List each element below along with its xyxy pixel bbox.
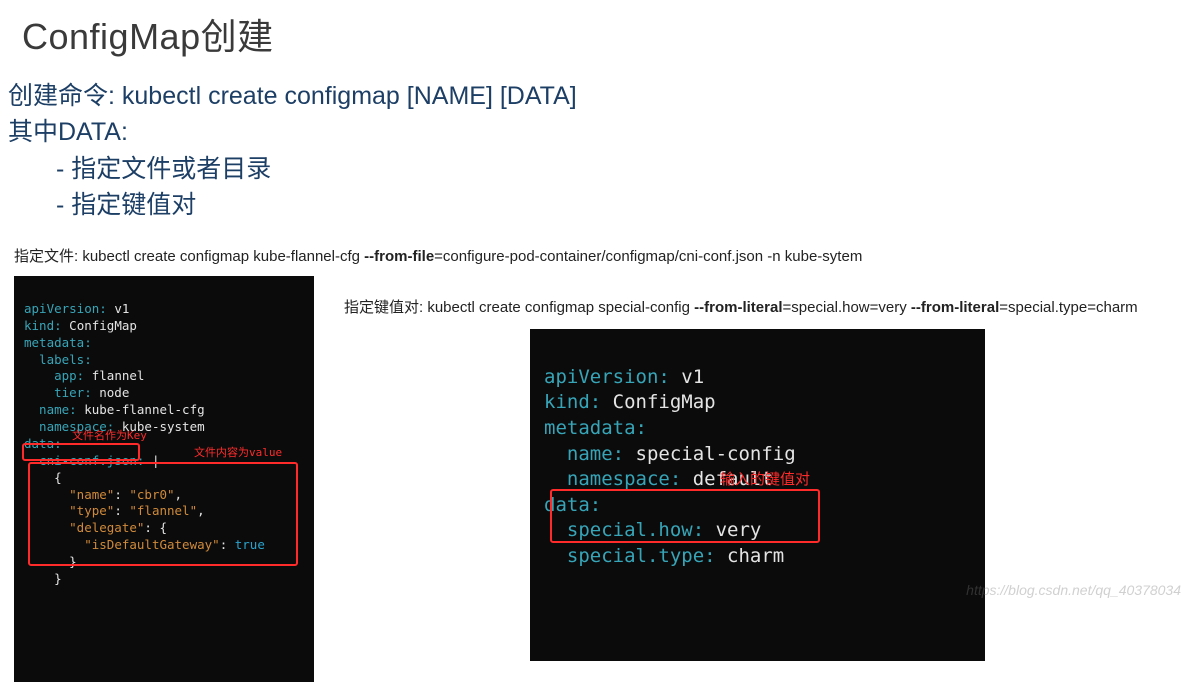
terminal-literal-yaml: apiVersion: v1 kind: ConfigMap metadata:… — [530, 329, 985, 661]
intro-bullet-1: - 指定文件或者目录 — [8, 151, 1191, 187]
intro-cmd: kubectl create configmap [NAME] [DATA] — [122, 82, 577, 110]
json-sep: , — [197, 503, 205, 518]
column-right: 指定键值对: kubectl create configmap special-… — [330, 272, 1191, 661]
intro-block: 创建命令: kubectl create configmap [NAME] [D… — [0, 60, 1191, 223]
json-bool: true — [235, 537, 265, 552]
yaml-key: metadata: — [544, 417, 647, 439]
caption-prefix: 指定文件: kubectl create configmap kube-flan… — [14, 248, 364, 265]
yaml-key: kind: — [24, 318, 62, 333]
yaml-key: tier: — [24, 385, 92, 400]
yaml-key: apiVersion: — [24, 301, 107, 316]
caption-bold: --from-literal — [911, 299, 999, 316]
json-line: { — [24, 470, 62, 485]
yaml-key: cni-conf.json: — [24, 453, 144, 468]
watermark: https://blog.csdn.net/qq_40378034 — [966, 582, 1181, 598]
column-left: apiVersion: v1 kind: ConfigMap metadata:… — [0, 272, 330, 682]
yaml-val: ConfigMap — [62, 318, 137, 333]
intro-label: 创建命令: — [8, 82, 122, 110]
json-line: } — [24, 571, 62, 586]
yaml-key: labels: — [24, 352, 92, 367]
annotation-filename-key: 文件名作为Key — [72, 429, 147, 444]
caption-suffix: =configure-pod-container/configmap/cni-c… — [434, 248, 862, 265]
yaml-val: kube-flannel-cfg — [77, 402, 205, 417]
terminal-file-yaml: apiVersion: v1 kind: ConfigMap metadata:… — [14, 276, 314, 682]
page-title: ConfigMap创建 — [0, 0, 1191, 60]
example-literal-caption: 指定键值对: kubectl create configmap special-… — [330, 272, 1191, 325]
json-val: "cbr0" — [129, 487, 174, 502]
annotation-content-value: 文件内容为value — [194, 446, 282, 461]
json-sep: : — [114, 503, 129, 518]
example-file-caption: 指定文件: kubectl create configmap kube-flan… — [0, 223, 1191, 272]
caption-mid: =special.how=very — [783, 299, 911, 316]
json-val: "flannel" — [129, 503, 197, 518]
yaml-key: kind: — [544, 391, 601, 413]
json-line — [24, 537, 84, 552]
yaml-val: charm — [716, 545, 785, 567]
json-line: } — [24, 554, 77, 569]
yaml-key: name: — [24, 402, 77, 417]
yaml-key: namespace: — [544, 468, 681, 490]
intro-command-line: 创建命令: kubectl create configmap [NAME] [D… — [8, 78, 1191, 114]
annotation-kv: 输入的键值对 — [720, 469, 810, 489]
json-key: "isDefaultGateway" — [84, 537, 219, 552]
intro-bullet-2: - 指定键值对 — [8, 187, 1191, 223]
yaml-val: v1 — [670, 366, 704, 388]
yaml-key: special.type: — [544, 545, 716, 567]
yaml-key: apiVersion: — [544, 366, 670, 388]
json-sep: : { — [144, 520, 167, 535]
yaml-val: flannel — [84, 368, 144, 383]
yaml-key: name: — [544, 443, 624, 465]
yaml-val: | — [144, 453, 159, 468]
json-sep: : — [220, 537, 235, 552]
json-key: "type" — [69, 503, 114, 518]
caption-bold: --from-file — [364, 248, 434, 265]
caption-suffix: =special.type=charm — [999, 299, 1137, 316]
json-line — [24, 520, 69, 535]
json-sep: , — [175, 487, 183, 502]
json-sep: : — [114, 487, 129, 502]
json-line — [24, 487, 69, 502]
yaml-val: node — [92, 385, 130, 400]
intro-data-label: 其中DATA: — [8, 114, 1191, 150]
yaml-key: data: — [24, 436, 62, 451]
yaml-key: app: — [24, 368, 84, 383]
yaml-val: special-config — [624, 443, 796, 465]
yaml-val: very — [704, 519, 761, 541]
caption-bold: --from-literal — [694, 299, 782, 316]
yaml-key: data: — [544, 494, 601, 516]
json-key: "name" — [69, 487, 114, 502]
json-line — [24, 503, 69, 518]
yaml-key: special.how: — [544, 519, 704, 541]
yaml-val: v1 — [107, 301, 130, 316]
yaml-key: metadata: — [24, 335, 92, 350]
columns: apiVersion: v1 kind: ConfigMap metadata:… — [0, 272, 1191, 682]
yaml-val: ConfigMap — [601, 391, 715, 413]
caption-prefix: 指定键值对: kubectl create configmap special-… — [344, 299, 694, 316]
json-key: "delegate" — [69, 520, 144, 535]
